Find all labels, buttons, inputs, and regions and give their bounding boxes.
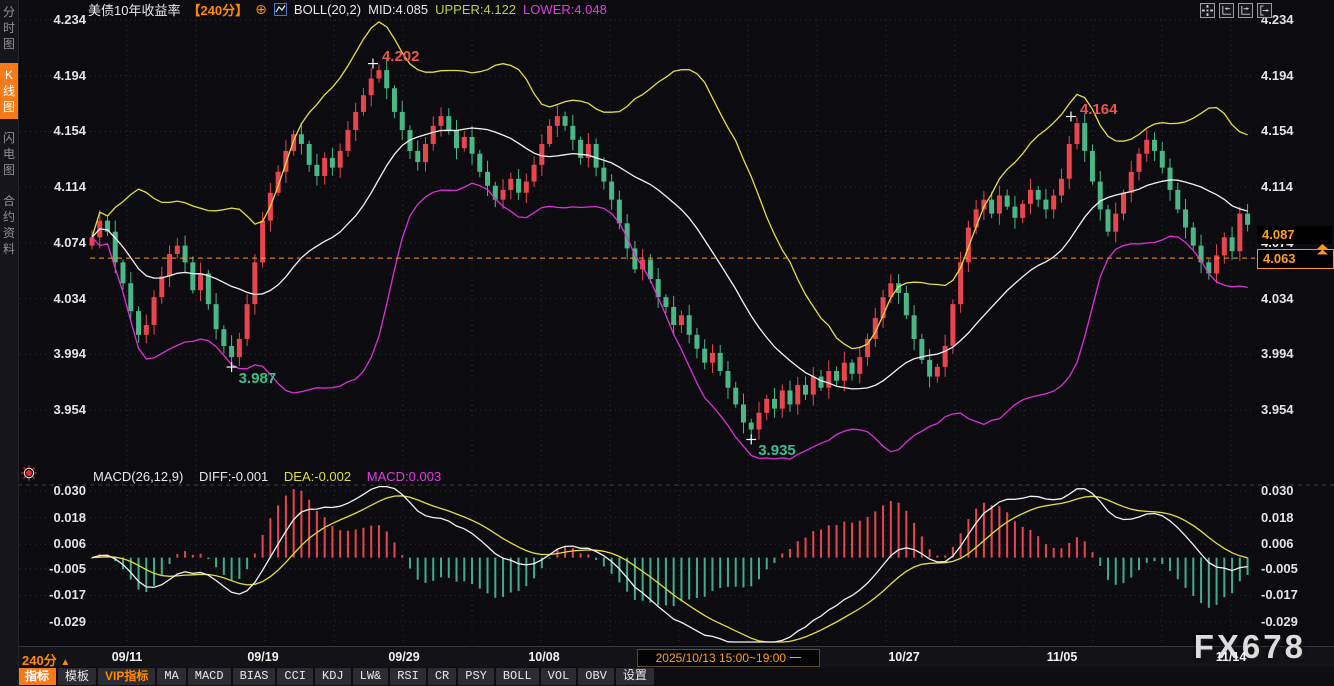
toolbar-item-CCI[interactable]: CCI <box>277 668 313 685</box>
last-price-tag: 4.087 <box>1257 226 1332 244</box>
boll-upper-value: UPPER:4.122 <box>435 2 516 17</box>
low-annotation: 3.987 <box>239 370 277 387</box>
macd-diff-value: DIFF:-0.001 <box>199 469 268 484</box>
x-axis-date-label: 09/11 <box>112 650 143 664</box>
y-axis-tick: 4.234 <box>34 12 86 27</box>
sidebar-tab-K线图[interactable]: K线图 <box>0 63 18 119</box>
toolbar-item-CR[interactable]: CR <box>428 668 456 685</box>
boll-mid-value: MID:4.085 <box>368 2 428 17</box>
y-axis-tick: 0.030 <box>1261 483 1323 498</box>
y-axis-tick: -0.005 <box>34 561 86 576</box>
x-axis-date-label: 11/05 <box>1047 650 1078 664</box>
high-annotation: 4.164 <box>1080 101 1118 118</box>
y-axis-tick: -0.005 <box>1261 561 1323 576</box>
y-axis-tick: -0.017 <box>1261 587 1323 602</box>
add-indicator-icon[interactable]: ⊕ <box>255 3 267 16</box>
toolbar-item-设置[interactable]: 设置 <box>616 668 654 685</box>
toolbar-item-RSI[interactable]: RSI <box>390 668 426 685</box>
toolbar-item-OBV[interactable]: OBV <box>578 668 614 685</box>
page-title: 美债10年收益率 <box>88 0 180 19</box>
y-axis-tick: 3.994 <box>1261 346 1323 361</box>
sidebar-tab-分时图[interactable]: 分时图 <box>0 0 18 56</box>
y-axis-tick: 4.194 <box>34 68 86 83</box>
y-axis-tick: 0.030 <box>34 483 86 498</box>
y-axis-tick: 3.994 <box>34 346 86 361</box>
high-annotation: 4.202 <box>382 48 420 65</box>
boll-label: BOLL(20,2) <box>294 2 361 17</box>
toolbar-item-VIP指标[interactable]: VIP指标 <box>98 668 155 685</box>
toolbar-item-PSY[interactable]: PSY <box>458 668 494 685</box>
sidebar: 分时图 K线图闪电图合约资料 <box>0 0 19 686</box>
y-axis-tick: -0.029 <box>1261 614 1323 629</box>
y-axis-tick: -0.017 <box>34 587 86 602</box>
y-axis-tick: 4.034 <box>34 291 86 306</box>
x-axis-date-label: 10/27 <box>888 650 919 664</box>
expand-x-icon[interactable] <box>1238 3 1253 18</box>
chart-canvas <box>0 0 1334 686</box>
compress-x-icon[interactable] <box>1219 3 1234 18</box>
y-axis-tick: 4.114 <box>34 179 86 194</box>
chart-header: 美债10年收益率 【240分】 ⊕ BOLL(20,2) MID:4.085 U… <box>88 1 607 18</box>
low-annotation: 3.935 <box>758 442 796 459</box>
window-controls <box>1200 3 1272 18</box>
y-axis-tick: 0.006 <box>34 536 86 551</box>
interval-label: 240分 <box>22 653 57 668</box>
y-axis-tick: 4.154 <box>34 123 86 138</box>
y-axis-tick: 0.006 <box>1261 536 1323 551</box>
toolbar-item-LW&[interactable]: LW& <box>353 668 389 685</box>
interval-tag: 【240分】 <box>187 0 248 19</box>
sidebar-tab-闪电图[interactable]: 闪电图 <box>0 126 18 182</box>
x-axis-date-label: 09/19 <box>247 650 278 664</box>
y-axis-tick: 4.154 <box>1261 123 1323 138</box>
toolbar-item-BIAS[interactable]: BIAS <box>233 668 276 685</box>
y-axis-tick: 4.114 <box>1261 179 1323 194</box>
macd-diff-line <box>92 487 1248 642</box>
date-tooltip: 2025/10/13 15:00~19:00 一 <box>637 649 820 667</box>
pan-icon[interactable] <box>1200 3 1215 18</box>
live-indicator-icon <box>21 465 37 486</box>
y-axis-tick: 3.954 <box>1261 402 1323 417</box>
y-axis-tick: 0.018 <box>1261 510 1323 525</box>
x-axis-date-label: 11/14 <box>1216 650 1247 664</box>
exit-icon[interactable] <box>1257 3 1272 18</box>
toolbar-item-MA[interactable]: MA <box>157 668 185 685</box>
toolbar-item-MACD[interactable]: MACD <box>188 668 231 685</box>
toolbar-item-KDJ[interactable]: KDJ <box>315 668 351 685</box>
macd-dea-value: DEA:-0.002 <box>284 469 351 484</box>
toolbar-item-BOLL[interactable]: BOLL <box>496 668 539 685</box>
toolbar-item-模板[interactable]: 模板 <box>58 668 96 685</box>
toolbar-item-指标[interactable]: 指标 <box>18 668 56 685</box>
boll-lower-line <box>92 183 1248 459</box>
macd-header: MACD(26,12,9) DIFF:-0.001 DEA:-0.002 MAC… <box>93 469 453 484</box>
grid <box>18 20 1334 643</box>
x-axis-date-label: 09/29 <box>388 650 419 664</box>
app-root: 分时图 K线图闪电图合约资料 美债10年收益率 【240分】 ⊕ BOLL(20,… <box>0 0 1334 686</box>
y-axis-tick: 0.018 <box>34 510 86 525</box>
y-axis-tick: 3.954 <box>34 402 86 417</box>
y-axis-tick: -0.029 <box>34 614 86 629</box>
y-axis-tick: 4.034 <box>1261 291 1323 306</box>
watermark: FX678 <box>1194 628 1306 666</box>
boll-lower-value: LOWER:4.048 <box>523 2 607 17</box>
indicator-chart-icon[interactable] <box>274 3 287 16</box>
toolbar-item-VOL[interactable]: VOL <box>541 668 577 685</box>
macd-label: MACD(26,12,9) <box>93 469 183 484</box>
double-up-arrow-icon[interactable] <box>1316 243 1329 261</box>
macd-macd-value: MACD:0.003 <box>367 469 441 484</box>
y-axis-tick: 4.074 <box>34 235 86 250</box>
bottom-toolbar: 指标模板VIP指标MAMACDBIASCCIKDJLW&RSICRPSYBOLL… <box>18 667 1334 686</box>
x-axis-date-label: 10/08 <box>528 650 559 664</box>
sidebar-tab-合约资料[interactable]: 合约资料 <box>0 189 18 261</box>
y-axis-tick: 4.194 <box>1261 68 1323 83</box>
